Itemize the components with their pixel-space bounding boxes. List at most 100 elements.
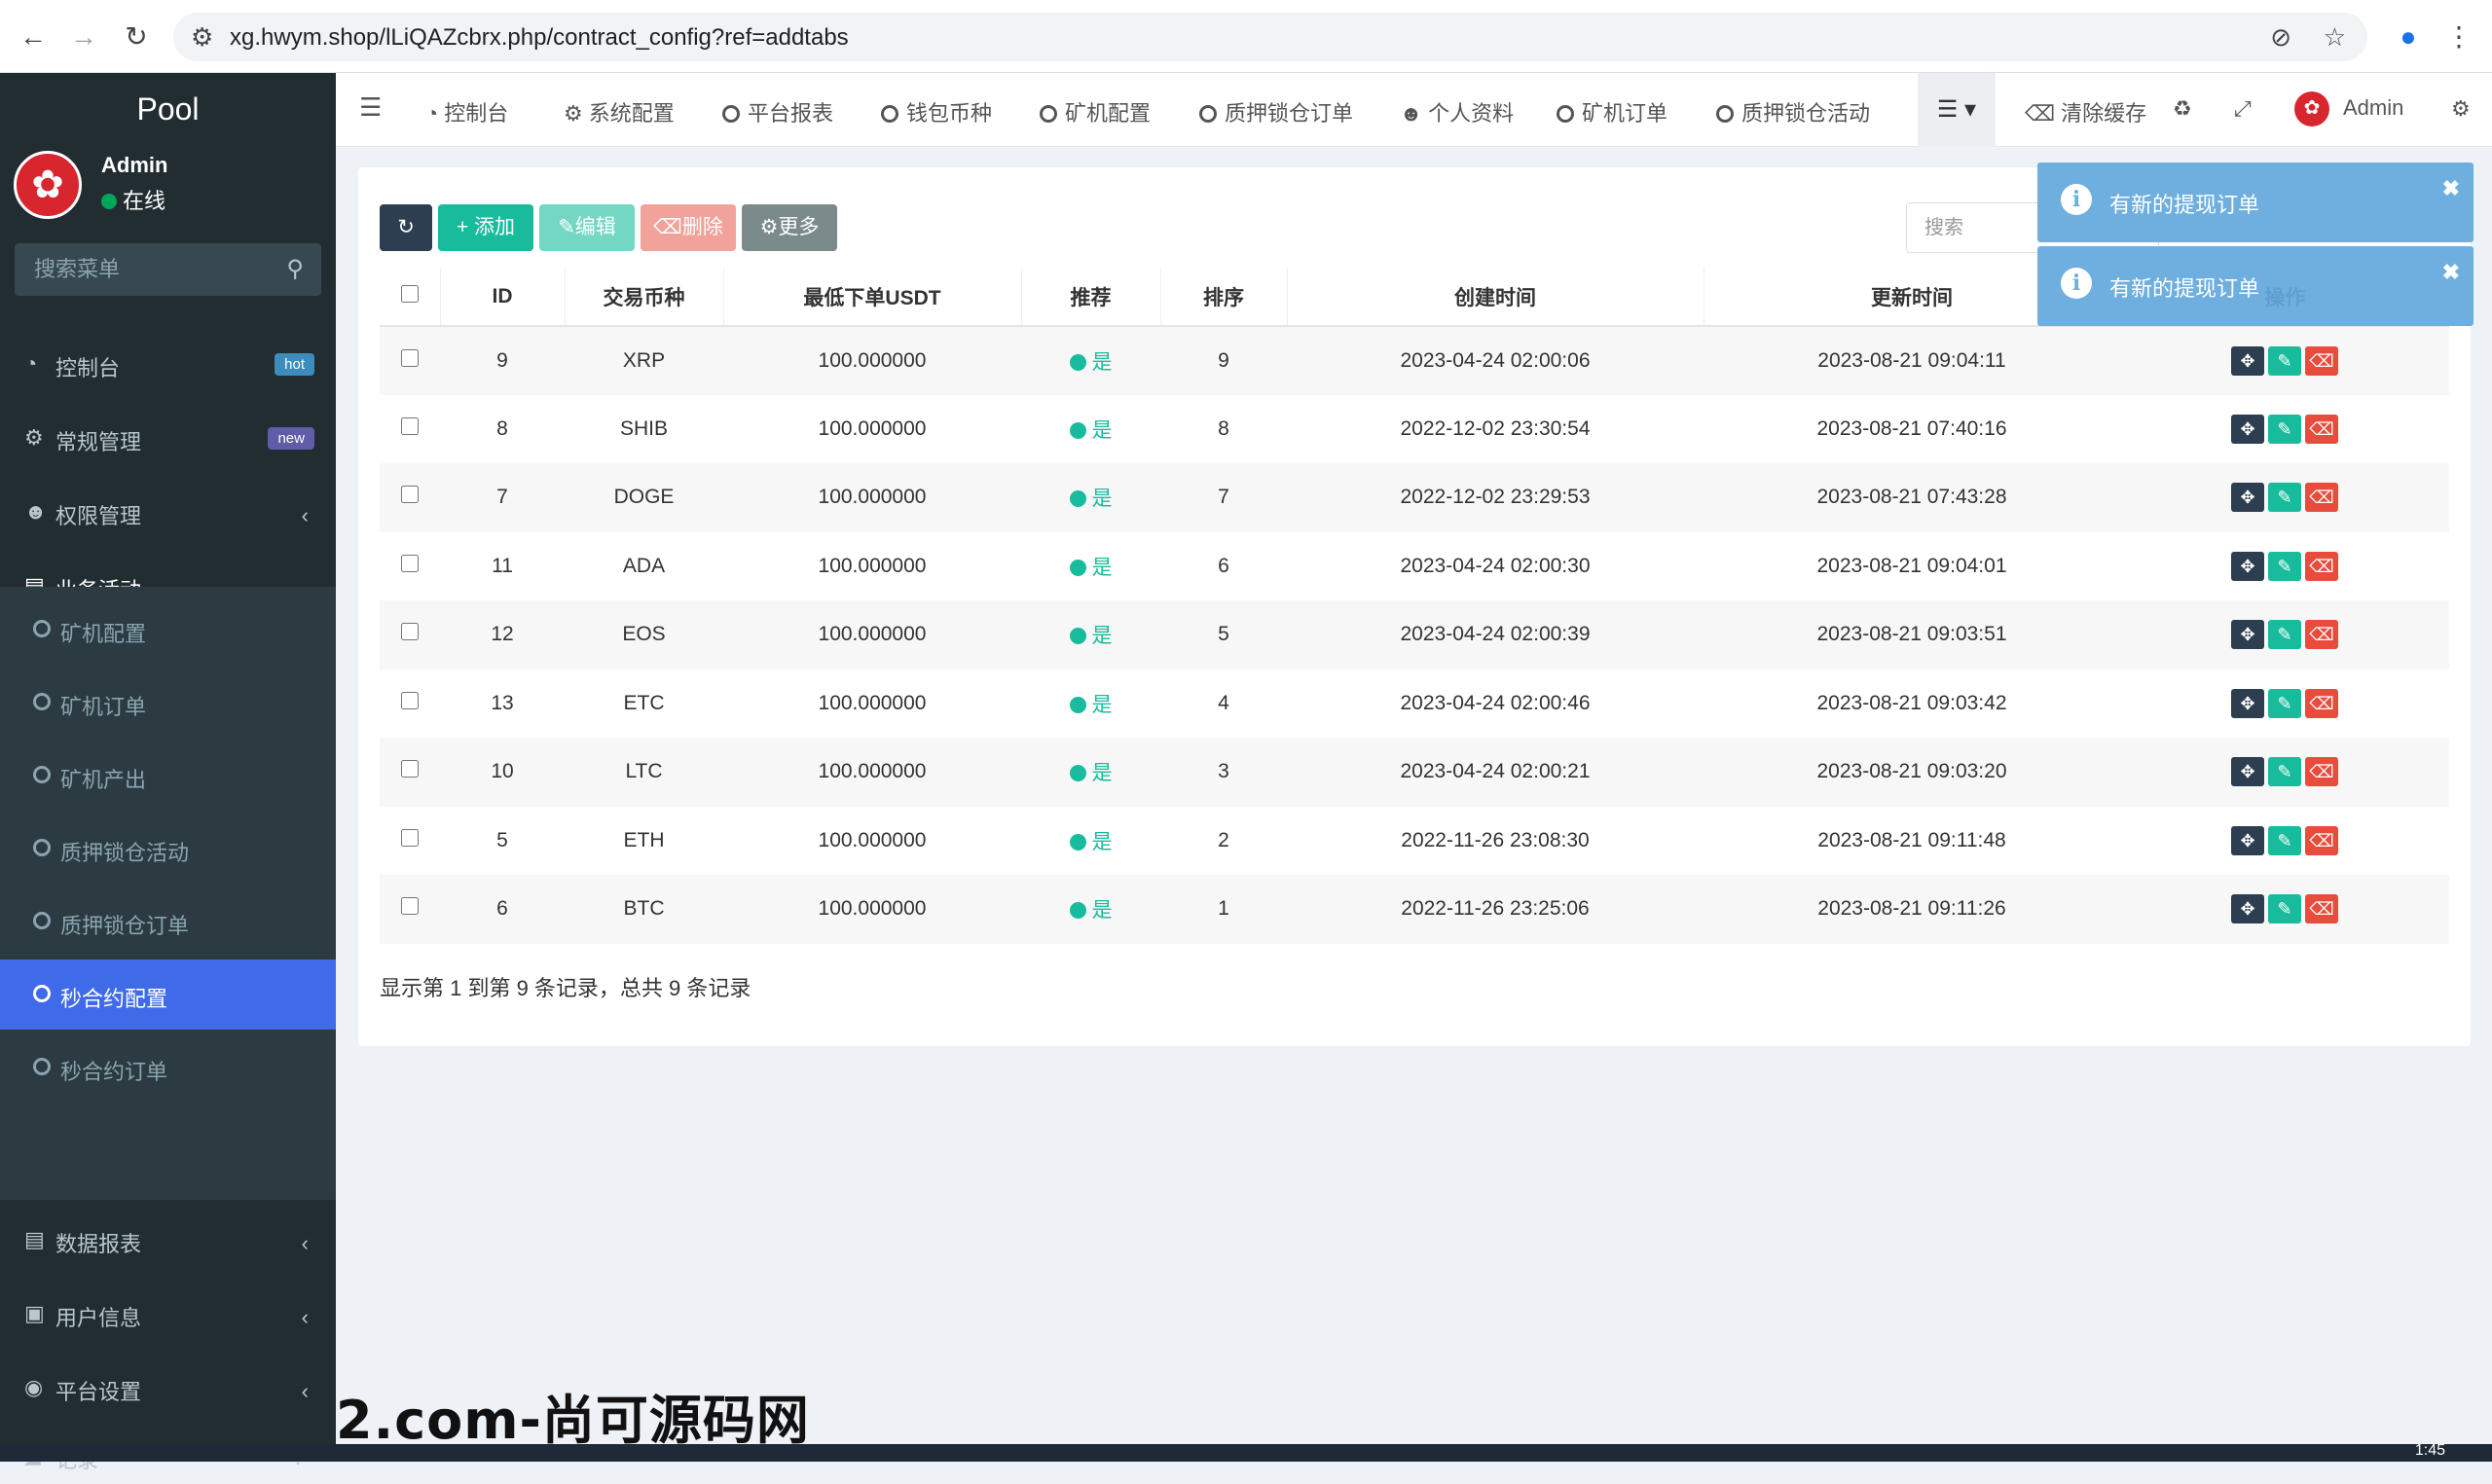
settings-cogs-icon[interactable]: ⚙ bbox=[2451, 96, 2471, 122]
sidebar-subitem-contract-orders[interactable]: 秒合约订单 bbox=[0, 1032, 336, 1103]
clear-cache-button[interactable]: ⌫ 清除缓存 bbox=[2025, 96, 2146, 127]
row-checkbox[interactable] bbox=[401, 828, 419, 847]
row-checkbox[interactable] bbox=[401, 691, 419, 709]
sidebar-item-users[interactable]: ▣ 用户信息 ‹ bbox=[0, 1278, 336, 1352]
delete-row-icon[interactable]: ⌫ bbox=[2305, 688, 2338, 718]
edit-row-icon[interactable]: ✎ bbox=[2268, 757, 2301, 787]
tab-staking-activity[interactable]: 质押锁仓活动 bbox=[1716, 96, 1870, 127]
delete-row-icon[interactable]: ⌫ bbox=[2305, 825, 2338, 855]
tab-wallet-coins[interactable]: 钱包币种 bbox=[881, 96, 992, 127]
table-row[interactable]: 11 ADA 100.000000 是 6 2023-04-24 02:00:30 2023… bbox=[380, 531, 2449, 600]
sidebar-item-reports[interactable]: ▤ 数据报表 ‹ bbox=[0, 1204, 336, 1278]
tab-staking-orders[interactable]: 质押锁仓订单 bbox=[1199, 96, 1353, 127]
edit-row-icon[interactable]: ✎ bbox=[2268, 345, 2301, 376]
col-min-order[interactable]: 最低下单USDT bbox=[723, 268, 1022, 327]
edit-row-icon[interactable]: ✎ bbox=[2268, 688, 2301, 718]
drag-sort-icon[interactable]: ✥ bbox=[2231, 414, 2264, 444]
sidebar-subitem-contract-config[interactable]: 秒合约配置 bbox=[0, 959, 336, 1030]
add-button[interactable]: + 添加 bbox=[438, 204, 533, 251]
address-bar[interactable]: ⚙ xg.hwym.shop/lLiQAZcbrx.php/contract_c… bbox=[173, 13, 2367, 61]
edit-row-icon[interactable]: ✎ bbox=[2268, 894, 2301, 924]
recommend-status[interactable]: 是 bbox=[1069, 557, 1113, 579]
table-row[interactable]: 7 DOGE 100.000000 是 7 2022-12-02 23:29:53 2023… bbox=[380, 463, 2449, 532]
tab-miner-orders[interactable]: 矿机订单 bbox=[1557, 96, 1667, 127]
delete-button[interactable]: ⌫删除 bbox=[641, 204, 736, 251]
sidebar-item-platform-settings[interactable]: ◉ 平台设置 ‹ bbox=[0, 1352, 336, 1426]
table-row[interactable]: 5 ETH 100.000000 是 2 2022-11-26 23:08:30 2023-… bbox=[380, 806, 2449, 875]
recommend-status[interactable]: 是 bbox=[1069, 831, 1113, 853]
recommend-status[interactable]: 是 bbox=[1069, 625, 1113, 647]
row-checkbox[interactable] bbox=[401, 897, 419, 916]
site-info-icon[interactable]: ⚙ bbox=[191, 22, 213, 53]
browser-menu-icon[interactable]: ⋮ bbox=[2441, 19, 2476, 54]
bookmark-star-icon[interactable]: ☆ bbox=[2324, 22, 2346, 53]
col-created[interactable]: 创建时间 bbox=[1287, 268, 1704, 327]
table-row[interactable]: 10 LTC 100.000000 是 3 2023-04-24 02:00:21 2023… bbox=[380, 738, 2449, 807]
reload-icon[interactable]: ↻ bbox=[119, 19, 154, 54]
forward-arrow-icon[interactable]: → bbox=[66, 19, 101, 54]
tab-dashboard[interactable]: ◔ 控制台 bbox=[425, 96, 508, 127]
col-coin[interactable]: 交易币种 bbox=[565, 268, 724, 327]
delete-row-icon[interactable]: ⌫ bbox=[2305, 620, 2338, 650]
drag-sort-icon[interactable]: ✥ bbox=[2231, 825, 2264, 855]
sidebar-toggle-icon[interactable]: ☰ bbox=[359, 92, 382, 123]
close-icon[interactable]: ✖ bbox=[2442, 176, 2460, 201]
fullscreen-icon[interactable]: ⤢ bbox=[2234, 96, 2252, 122]
sidebar-subitem-miner-orders[interactable]: 矿机订单 bbox=[0, 668, 336, 738]
notification-toast[interactable]: i 有新的提现订单 ✖ bbox=[2037, 163, 2474, 242]
more-button[interactable]: ⚙更多 bbox=[742, 204, 837, 251]
delete-row-icon[interactable]: ⌫ bbox=[2305, 551, 2338, 581]
sidebar-subitem-miner-config[interactable]: 矿机配置 bbox=[0, 595, 336, 665]
row-checkbox[interactable] bbox=[401, 623, 419, 641]
drag-sort-icon[interactable]: ✥ bbox=[2231, 688, 2264, 718]
drag-sort-icon[interactable]: ✥ bbox=[2231, 551, 2264, 581]
menu-search-input[interactable] bbox=[15, 243, 268, 296]
table-row[interactable]: 13 ETC 100.000000 是 4 2023-04-24 02:00:46 2023… bbox=[380, 669, 2449, 738]
tab-profile[interactable]: ☻ 个人资料 bbox=[1400, 96, 1514, 127]
drag-sort-icon[interactable]: ✥ bbox=[2231, 894, 2264, 924]
table-row[interactable]: 8 SHIB 100.000000 是 8 2022-12-02 23:30:54 2023… bbox=[380, 394, 2449, 463]
tabs-list-button[interactable]: ☰ ▾ bbox=[1918, 73, 1996, 147]
eye-off-icon[interactable]: ⊘ bbox=[2270, 22, 2291, 53]
sidebar-item-general[interactable]: ⚙ 常规管理 new bbox=[0, 402, 336, 476]
translate-icon[interactable]: ♻ bbox=[2173, 96, 2192, 122]
sidebar-item-permissions[interactable]: ☻ 权限管理 ‹ bbox=[0, 476, 336, 550]
profile-icon[interactable]: ● bbox=[2391, 19, 2426, 54]
row-checkbox[interactable] bbox=[401, 486, 419, 504]
edit-row-icon[interactable]: ✎ bbox=[2268, 551, 2301, 581]
row-checkbox[interactable] bbox=[401, 760, 419, 778]
row-checkbox[interactable] bbox=[401, 416, 419, 435]
refresh-button[interactable]: ↻ bbox=[380, 204, 432, 251]
edit-row-icon[interactable]: ✎ bbox=[2268, 825, 2301, 855]
tab-miner-config[interactable]: 矿机配置 bbox=[1040, 96, 1151, 127]
sidebar-subitem-staking-orders[interactable]: 质押锁仓订单 bbox=[0, 887, 336, 957]
admin-user-menu[interactable]: ✿ Admin bbox=[2294, 91, 2403, 127]
delete-row-icon[interactable]: ⌫ bbox=[2305, 414, 2338, 444]
drag-sort-icon[interactable]: ✥ bbox=[2231, 620, 2264, 650]
edit-row-icon[interactable]: ✎ bbox=[2268, 620, 2301, 650]
close-icon[interactable]: ✖ bbox=[2442, 260, 2460, 285]
drag-sort-icon[interactable]: ✥ bbox=[2231, 345, 2264, 376]
sidebar-item-dashboard[interactable]: ◔ 控制台 hot bbox=[0, 328, 336, 402]
recommend-status[interactable]: 是 bbox=[1069, 419, 1113, 442]
search-icon[interactable]: ⚲ bbox=[286, 255, 304, 283]
delete-row-icon[interactable]: ⌫ bbox=[2305, 483, 2338, 513]
table-row[interactable]: 9 XRP 100.000000 是 9 2023-04-24 02:00:06 2023-… bbox=[380, 326, 2449, 395]
table-row[interactable]: 12 EOS 100.000000 是 5 2023-04-24 02:00:39 2023… bbox=[380, 600, 2449, 670]
drag-sort-icon[interactable]: ✥ bbox=[2231, 483, 2264, 513]
back-arrow-icon[interactable]: ← bbox=[16, 19, 51, 54]
edit-row-icon[interactable]: ✎ bbox=[2268, 483, 2301, 513]
edit-row-icon[interactable]: ✎ bbox=[2268, 414, 2301, 444]
row-checkbox[interactable] bbox=[401, 554, 419, 572]
edit-button[interactable]: ✎编辑 bbox=[539, 204, 635, 251]
notification-toast[interactable]: i 有新的提现订单 ✖ bbox=[2037, 246, 2474, 326]
col-sort[interactable]: 排序 bbox=[1160, 268, 1288, 327]
recommend-status[interactable]: 是 bbox=[1069, 899, 1113, 922]
recommend-status[interactable]: 是 bbox=[1069, 488, 1113, 510]
tab-platform-reports[interactable]: 平台报表 bbox=[722, 96, 833, 127]
recommend-status[interactable]: 是 bbox=[1069, 762, 1113, 784]
delete-row-icon[interactable]: ⌫ bbox=[2305, 757, 2338, 787]
col-recommend[interactable]: 推荐 bbox=[1021, 268, 1161, 327]
drag-sort-icon[interactable]: ✥ bbox=[2231, 757, 2264, 787]
table-row[interactable]: 6 BTC 100.000000 是 1 2022-11-26 23:25:06 2023-… bbox=[380, 875, 2449, 944]
